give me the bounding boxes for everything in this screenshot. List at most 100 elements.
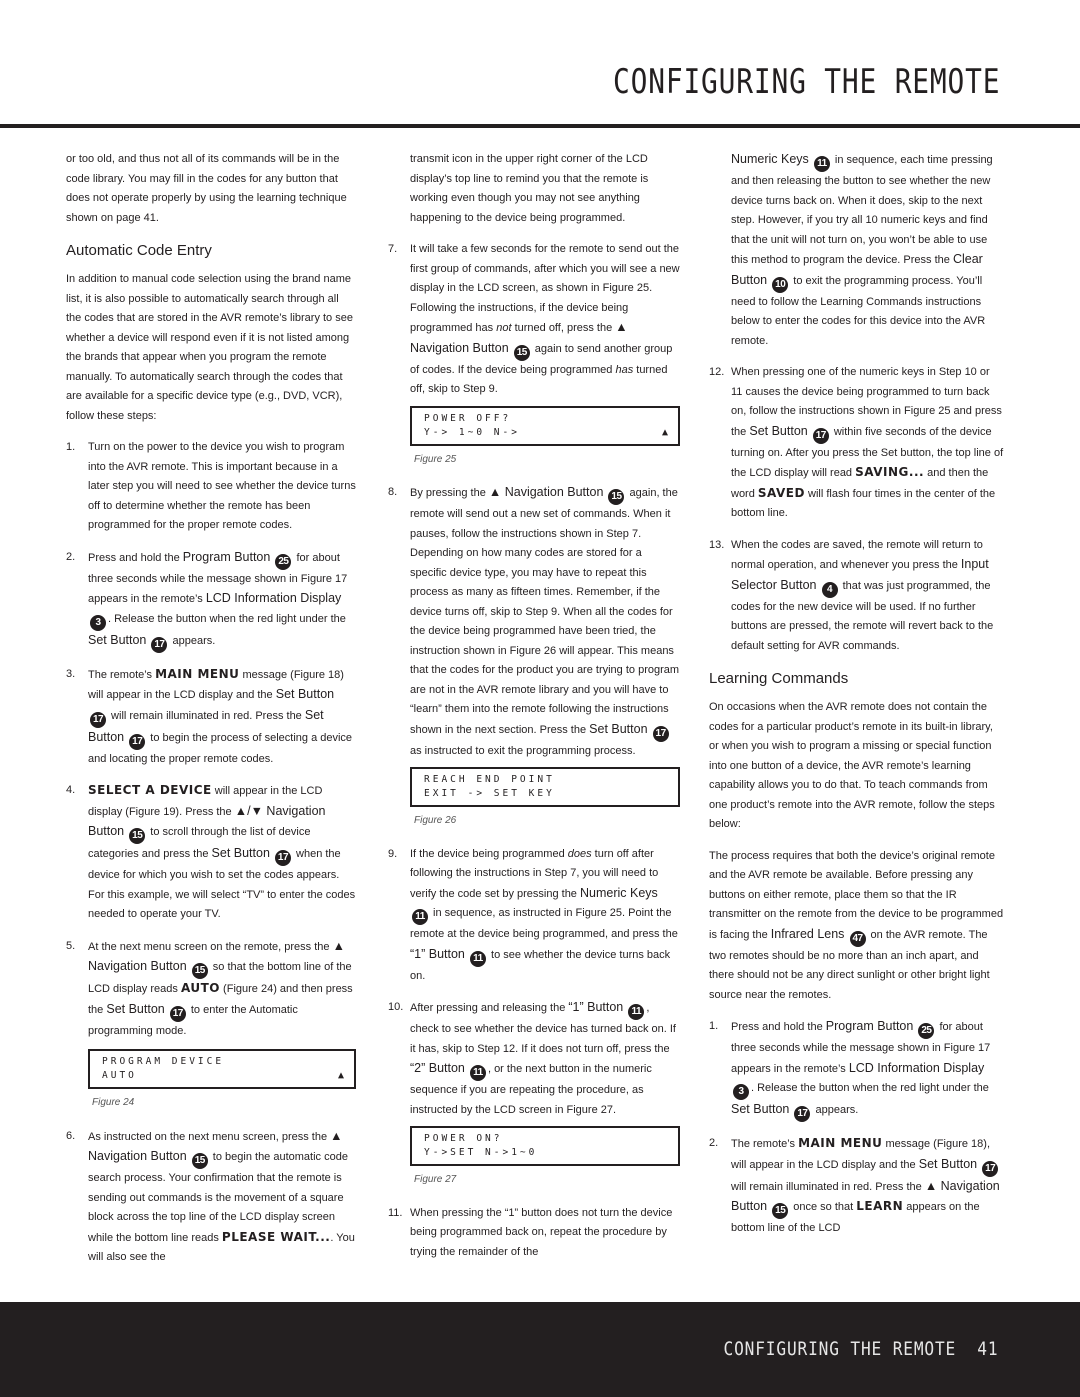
lcd-message: AUTO xyxy=(180,981,220,995)
section-heading-learning-commands: Learning Commands xyxy=(709,670,849,687)
lcd-message: MAIN MENU xyxy=(798,1136,883,1150)
lcd-line-1: POWER ON? xyxy=(424,1133,503,1144)
column-2: transmit icon in the upper right corner … xyxy=(388,150,680,1274)
section-paragraph: The process requires that both the devic… xyxy=(709,847,1004,1006)
intro-paragraph: or too old, and thus not all of its comm… xyxy=(66,153,347,224)
callout-badge: 15 xyxy=(513,344,530,361)
text: At the next menu screen on the remote, p… xyxy=(88,940,333,953)
step-11: 11. When pressing the “1” button does not… xyxy=(388,1204,680,1263)
steps-list: 8. By pressing the ▲ Navigation Button 15… xyxy=(388,483,680,761)
lcd-line-2: AUTO xyxy=(102,1070,137,1081)
footer-label: CONFIGURING THE REMOTE 41 xyxy=(723,1338,998,1360)
control-name: Program Button xyxy=(182,549,271,564)
step-number: 4. xyxy=(66,784,76,796)
step-10: 10. After pressing and releasing the “1” … xyxy=(388,998,680,1120)
lcd-message: LEARN xyxy=(856,1199,904,1213)
text: once so that xyxy=(790,1201,857,1213)
callout-badge: 15 xyxy=(129,828,146,844)
lcd-message: SAVED xyxy=(757,485,805,500)
callout-badge: 17 xyxy=(274,850,291,866)
step-number: 3. xyxy=(66,667,76,680)
text: When pressing the “1” button does not tu… xyxy=(410,1206,673,1258)
callout-badge: 47 xyxy=(849,930,866,947)
callout-badge: 11 xyxy=(469,1065,486,1081)
text: The remote’s xyxy=(731,1138,799,1150)
step-number: 9. xyxy=(388,847,398,860)
lcd-line-1: POWER OFF? xyxy=(424,412,512,424)
section-heading-automatic-code-entry: Automatic Code Entry xyxy=(66,242,212,259)
text: The process requires that both the devic… xyxy=(709,849,1004,941)
control-name: ▲ Navigation Button xyxy=(488,485,604,499)
callout-badge: 17 xyxy=(151,636,168,653)
header-rule xyxy=(0,124,1080,128)
figure-caption: Figure 25 xyxy=(414,453,457,465)
figure-caption: Figure 27 xyxy=(414,1174,457,1185)
text: again, the remote will send out a new se… xyxy=(410,487,680,736)
column-1: or too old, and thus not all of its comm… xyxy=(66,150,356,1280)
lcd-figure-27: POWER ON? Y->SET N->1~0 xyxy=(410,1126,680,1166)
step-number: 2. xyxy=(709,1137,719,1149)
text: in sequence, each time pressing and then… xyxy=(731,154,993,266)
control-name: Set Button xyxy=(88,632,147,647)
step-number: 5. xyxy=(66,939,76,952)
lcd-message: SAVING... xyxy=(855,465,925,479)
step-number: 11. xyxy=(388,1206,403,1219)
step-13: 13. When the codes are saved, the remote … xyxy=(709,536,1004,657)
up-arrow-icon: ▲ xyxy=(661,426,668,438)
callout-badge: 17 xyxy=(652,725,669,742)
text: . Release the button when the red light … xyxy=(108,612,346,625)
callout-badge: 17 xyxy=(90,711,106,728)
text: appears. xyxy=(169,634,216,647)
lcd-message: MAIN MENU xyxy=(155,666,240,681)
text: to begin the process of selecting a devi… xyxy=(88,731,353,765)
control-name: Set Button xyxy=(731,1102,790,1116)
control-name: Set Button xyxy=(589,721,648,736)
page-footer: CONFIGURING THE REMOTE 41 xyxy=(0,1302,1080,1397)
page-header-title: CONFIGURING THE REMOTE xyxy=(612,62,1000,102)
callout-badge: 3 xyxy=(90,614,106,631)
callout-badge: 17 xyxy=(982,1160,999,1177)
text: By pressing the xyxy=(410,487,489,499)
callout-badge: 11 xyxy=(813,156,830,172)
callout-badge: 10 xyxy=(772,276,789,293)
learning-steps-list: 1. Press and hold the Program Button 25 f… xyxy=(709,1017,1004,1239)
control-name: “1” Button xyxy=(568,1000,624,1014)
lcd-line-2: Y-> 1~0 N-> xyxy=(424,426,520,438)
continued-paragraph: Numeric Keys 11 in sequence, each time p… xyxy=(709,150,1004,351)
text: will remain illuminated in red. Press th… xyxy=(108,709,305,722)
step-3: 3. The remote’s MAIN MENU message (Figure… xyxy=(66,665,356,770)
callout-badge: 25 xyxy=(275,553,292,570)
continued-paragraph: transmit icon in the upper right corner … xyxy=(410,153,649,224)
control-name: Numeric Keys xyxy=(579,885,658,900)
step-6: 6. As instructed on the next menu screen,… xyxy=(66,1127,356,1268)
lcd-line-1: REACH END POINT xyxy=(424,774,555,785)
steps-list: 1. Turn on the power to the device you wi… xyxy=(66,438,356,1041)
step-number: 7. xyxy=(388,243,398,255)
lcd-figure-26: REACH END POINT EXIT -> SET KEY xyxy=(410,767,680,807)
control-name: Set Button xyxy=(211,846,270,860)
callout-badge: 15 xyxy=(191,963,208,979)
text: Press and hold the xyxy=(731,1021,826,1033)
lcd-figure-25: POWER OFF? Y-> 1~0 N-> ▲ xyxy=(410,405,680,446)
emphasis: not xyxy=(496,322,512,334)
lcd-message: SELECT A DEVICE xyxy=(88,783,212,797)
step-1: 1. Turn on the power to the device you wi… xyxy=(66,438,356,536)
control-name: LCD Information Display xyxy=(848,1060,985,1075)
control-name: “1” Button xyxy=(410,946,465,961)
callout-badge: 17 xyxy=(169,1005,186,1022)
step-number: 1. xyxy=(66,441,76,453)
callout-badge: 17 xyxy=(812,427,829,444)
callout-badge: 15 xyxy=(608,489,625,505)
step-5: 5. At the next menu screen on the remote,… xyxy=(66,937,356,1042)
text: as instructed to exit the programming pr… xyxy=(410,744,636,757)
step-number: 2. xyxy=(66,550,76,563)
step-7: 7. It will take a few seconds for the rem… xyxy=(388,240,680,400)
control-name: “2” Button xyxy=(410,1061,465,1075)
steps-list: 7. It will take a few seconds for the rem… xyxy=(388,240,680,400)
step-number: 10. xyxy=(388,1001,404,1013)
lcd-line-1: PROGRAM DEVICE xyxy=(102,1056,225,1067)
callout-badge: 25 xyxy=(918,1023,935,1039)
text: to exit the programming process. You’ll … xyxy=(731,274,986,347)
text: Press and hold the xyxy=(88,551,183,564)
callout-badge: 4 xyxy=(821,581,838,598)
